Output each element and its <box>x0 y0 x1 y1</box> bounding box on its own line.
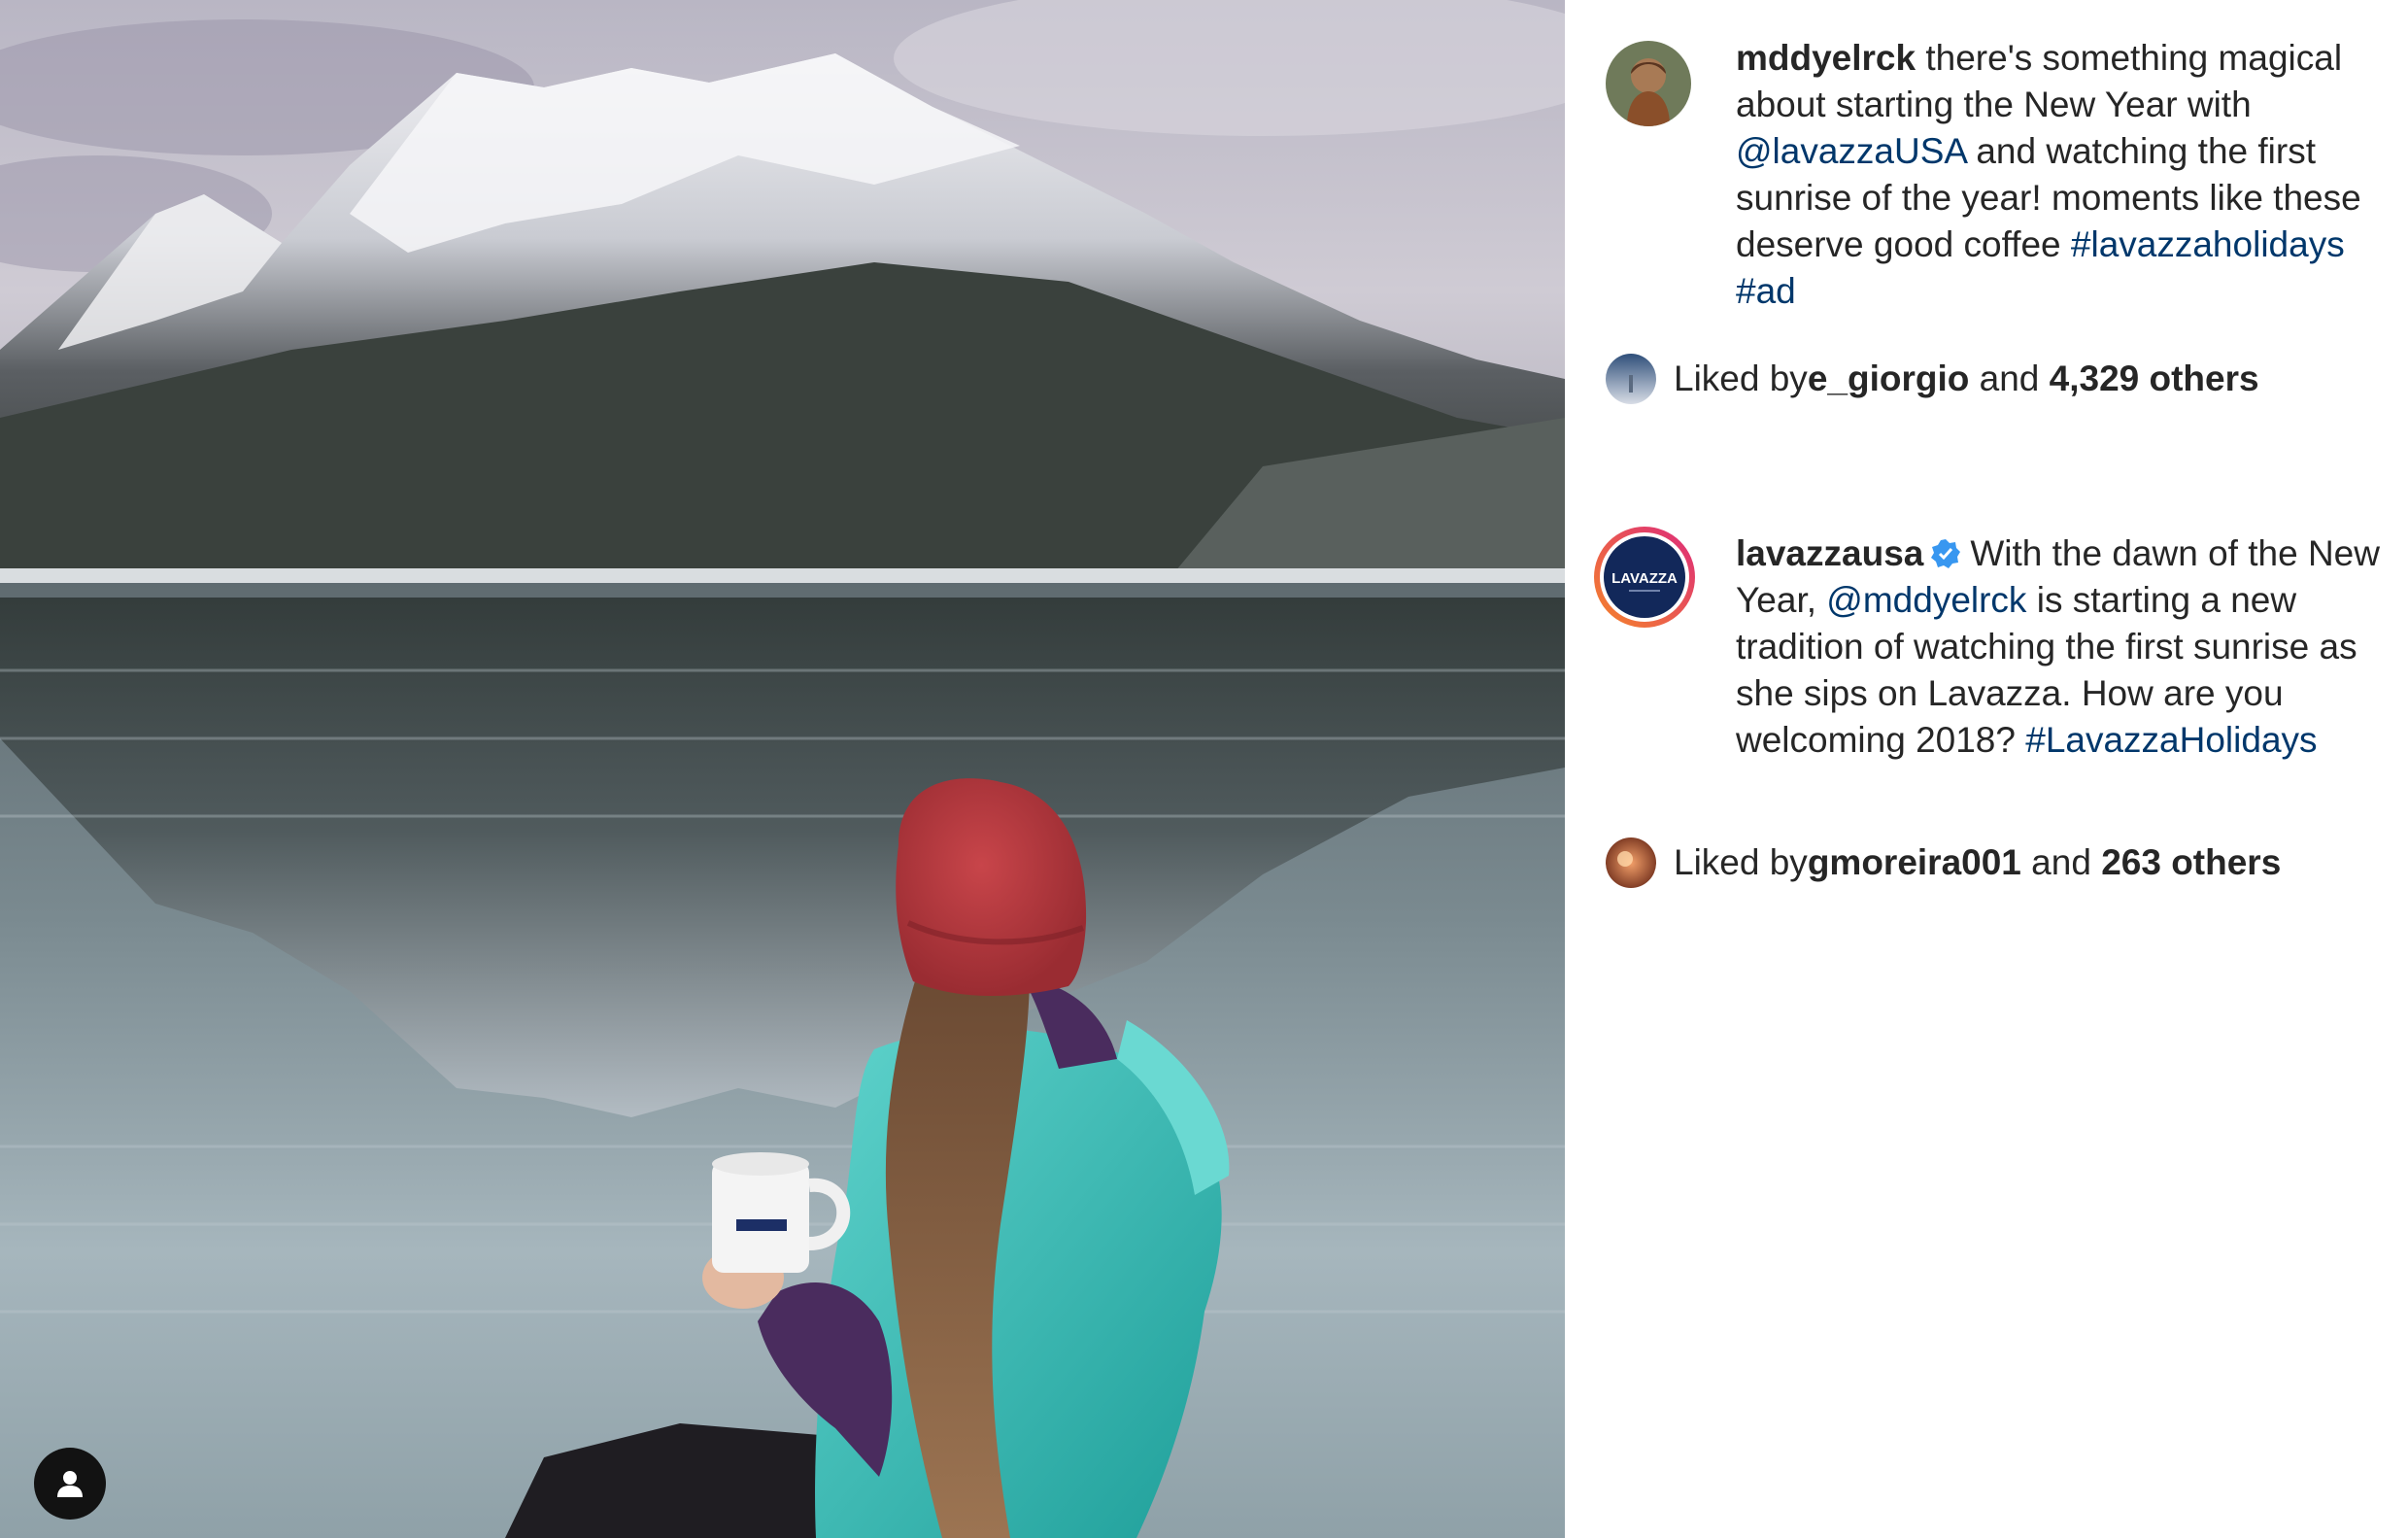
mountain-lake-image <box>0 0 1565 1538</box>
avatar-mddyelrck[interactable] <box>1606 41 1691 126</box>
avatar-image <box>1606 354 1656 404</box>
mention-lavazzausa[interactable]: @lavazzaUSA <box>1736 131 1966 171</box>
liked-by-user[interactable]: gmoreira001 <box>1808 839 2021 886</box>
caption-post-one: mddyelrck there's something magical abou… <box>1736 35 2396 315</box>
avatar-image <box>1606 41 1691 126</box>
likes-row-post-two: Liked by gmoreira001 and 263 others <box>1606 837 2281 888</box>
user-tag-button[interactable] <box>34 1448 106 1520</box>
avatar-image <box>1606 837 1656 888</box>
liked-and: and <box>1969 359 2050 398</box>
avatar-e-giorgio[interactable] <box>1606 354 1656 404</box>
lavazza-logo-text: LAVAZZA <box>1611 570 1678 587</box>
likes-row-post-one: Liked by e_giorgio and 4,329 others <box>1606 354 2259 404</box>
likes-count[interactable]: 4,329 others <box>2050 356 2259 402</box>
caption-post-two: lavazzausa With the dawn of the New Year,… <box>1736 530 2396 764</box>
hashtag-ad[interactable]: #ad <box>1736 271 1796 311</box>
liked-and: and <box>2020 842 2102 882</box>
liked-by-label: Liked by <box>1674 842 1808 882</box>
comments-panel: mddyelrck there's something magical abou… <box>1565 0 2408 1538</box>
hashtag-lavazzaholidays-2[interactable]: #LavazzaHolidays <box>2025 720 2317 760</box>
liked-by-user[interactable]: e_giorgio <box>1808 356 1970 402</box>
avatar-gmoreira001[interactable] <box>1606 837 1656 888</box>
username-lavazzausa[interactable]: lavazzausa <box>1736 533 1923 573</box>
avatar-story-ring: LAVAZZA <box>1594 527 1695 628</box>
avatar-lavazzausa[interactable]: LAVAZZA <box>1592 525 1697 630</box>
mention-mddyelrck[interactable]: @mddyelrck <box>1826 580 2026 620</box>
liked-by-label: Liked by <box>1674 359 1808 398</box>
hashtag-lavazzaholidays[interactable]: #lavazzaholidays <box>2071 224 2345 264</box>
verified-badge-icon <box>1931 539 1961 568</box>
likes-count[interactable]: 263 others <box>2101 839 2281 886</box>
user-tag-icon <box>57 1471 83 1497</box>
post-photo[interactable] <box>0 0 1565 1538</box>
username-mddyelrck[interactable]: mddyelrck <box>1736 38 1916 78</box>
